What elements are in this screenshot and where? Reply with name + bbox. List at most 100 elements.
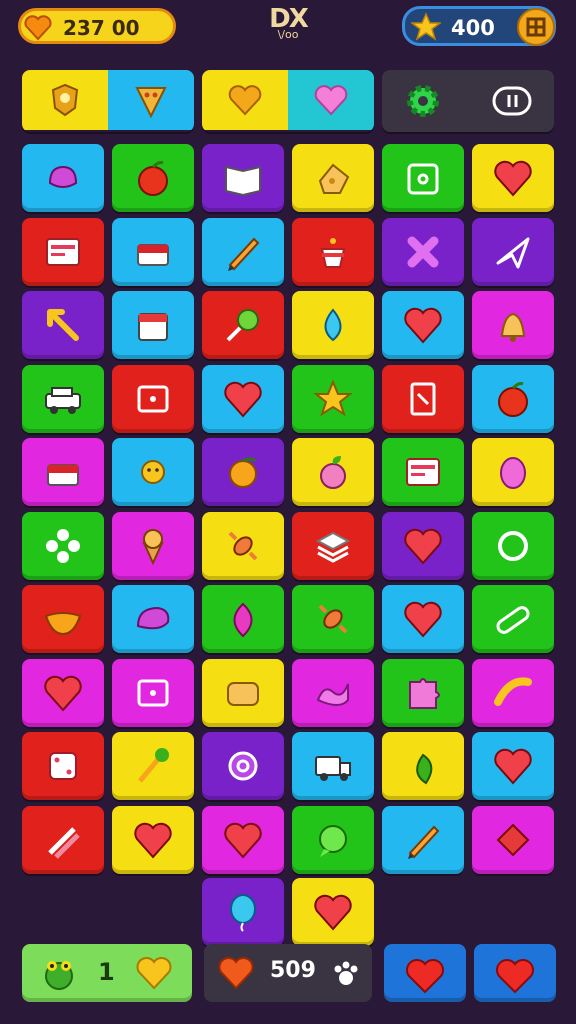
heart-booster-1[interactable] [384,944,466,1002]
tile-pencils-54[interactable] [22,805,104,874]
booster-bar-2[interactable] [202,70,374,132]
tile-pencil-8[interactable] [202,217,284,286]
heart-icon [404,307,442,344]
icecream-icon [142,528,164,565]
tile-car-18[interactable] [22,364,104,433]
tile-card-6[interactable] [22,217,104,286]
tile-balloon-60[interactable] [202,878,284,946]
tile-diamond-59[interactable] [472,805,554,874]
tile-box-13[interactable] [112,291,194,359]
coin-counter: 237 00 [18,8,176,44]
cup-icon [320,237,346,268]
dice-icon [49,752,77,780]
tile-camera-4[interactable] [382,144,464,212]
tile-dice-48[interactable] [22,732,104,800]
apple-icon [138,161,168,196]
tile-cake-7[interactable] [112,217,194,286]
tile-ring-35[interactable] [472,511,554,580]
frame-icon [137,385,169,412]
tile-pencil-58[interactable] [382,805,464,874]
game-logo: DX \/oo [256,4,320,50]
tile-star-21[interactable] [292,364,374,433]
tile-egg-29[interactable] [472,438,554,506]
frame-icon [137,679,169,706]
tile-flower-30[interactable] [22,511,104,580]
blob-icon [48,165,78,188]
tile-target-50[interactable] [202,732,284,800]
tile-frame-43[interactable] [112,658,194,727]
tile-heart-42[interactable] [22,658,104,727]
lives-panel: 509 [204,944,372,1002]
orange-icon [229,457,257,488]
tile-lollipop-14[interactable] [202,291,284,359]
tile-icecream-31[interactable] [112,511,194,580]
tile-book-2[interactable] [202,144,284,212]
tile-cake-24[interactable] [22,438,104,506]
booster-pizza[interactable] [108,70,194,130]
tile-bell-17[interactable] [472,291,554,359]
shop-button[interactable] [517,8,555,46]
tile-bandage-41[interactable] [472,585,554,653]
tile-pepper-52[interactable] [382,732,464,800]
tile-heart-53[interactable] [472,732,554,800]
tile-blob-0[interactable] [22,144,104,212]
booster-crest[interactable] [22,70,108,130]
heart-booster-2[interactable] [474,944,556,1002]
tile-apple-1[interactable] [112,144,194,212]
tile-heart-56[interactable] [202,805,284,874]
star-icon [313,378,353,416]
tile-truck-51[interactable] [292,732,374,800]
tile-card-28[interactable] [382,438,464,506]
pause-button[interactable] [490,82,534,124]
tile-heart-5[interactable] [472,144,554,212]
camera-icon [407,163,439,195]
tile-arrow-12[interactable] [22,291,104,359]
candy-icon [318,604,348,634]
tile-heart-40[interactable] [382,585,464,653]
heart-icon [314,85,348,116]
settings-button[interactable] [402,80,444,126]
tile-bubble-57[interactable] [292,805,374,874]
tile-bread-44[interactable] [202,658,284,727]
paw-icon [330,958,362,994]
puzzle-icon [409,677,440,709]
tile-peach-27[interactable] [292,438,374,506]
candy-icon [228,531,258,560]
tile-banana-47[interactable] [472,658,554,727]
cake-icon [47,464,79,486]
tile-apple-23[interactable] [472,364,554,433]
tile-candy-32[interactable] [202,511,284,580]
tile-plane-11[interactable] [472,217,554,286]
booster-bar-1[interactable] [22,70,194,132]
tile-drop-15[interactable] [292,291,374,359]
booster-heart-pink[interactable] [288,70,374,130]
tile-cup-9[interactable] [292,217,374,286]
tile-frame-19[interactable] [112,364,194,433]
tile-cheese-3[interactable] [292,144,374,212]
tile-door-22[interactable] [382,364,464,433]
tile-brush-49[interactable] [112,732,194,800]
tile-wave-45[interactable] [292,658,374,727]
tile-heart-55[interactable] [112,805,194,874]
tile-heart-61[interactable] [292,878,374,946]
pause-icon [492,86,532,116]
tile-puzzle-46[interactable] [382,658,464,727]
tile-stack-33[interactable] [292,511,374,580]
tile-leaf-38[interactable] [202,585,284,653]
tile-heart-16[interactable] [382,291,464,359]
tile-shell-37[interactable] [112,585,194,653]
booster-heart-orange[interactable] [202,70,288,130]
leaf-icon [233,602,253,638]
tile-lips-36[interactable] [22,585,104,653]
tile-heart-34[interactable] [382,511,464,580]
tile-cross-10[interactable] [382,217,464,286]
flower-icon [46,528,80,563]
tile-candy-39[interactable] [292,585,374,653]
star-value: 400 [451,16,495,40]
tile-sun-25[interactable] [112,438,194,506]
door-icon [410,382,436,415]
tile-heart-20[interactable] [202,364,284,433]
tile-orange-26[interactable] [202,438,284,506]
brush-icon [138,748,169,783]
banana-icon [494,676,532,706]
